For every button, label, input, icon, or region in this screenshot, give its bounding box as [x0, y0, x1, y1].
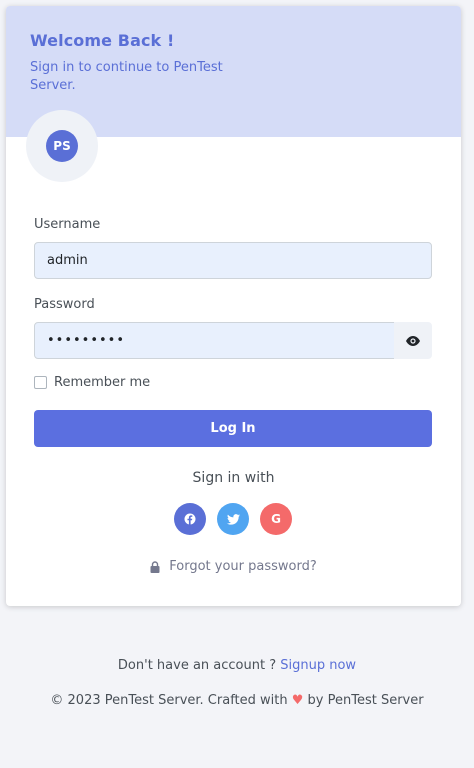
facebook-icon: [184, 513, 196, 525]
username-label: Username: [34, 217, 101, 232]
google-button[interactable]: G: [260, 503, 292, 535]
signup-link[interactable]: Signup now: [280, 658, 356, 673]
login-card: Welcome Back ! Sign in to continue to Pe…: [6, 6, 461, 606]
lock-icon: [150, 560, 160, 573]
avatar: PS: [46, 130, 78, 162]
heart-icon: ♥: [291, 693, 304, 708]
login-button[interactable]: Log In: [34, 410, 432, 447]
welcome-subtitle: Sign in to continue to PenTest Server.: [30, 60, 223, 93]
password-label: Password: [34, 297, 95, 312]
twitter-button[interactable]: [217, 503, 249, 535]
remember-checkbox[interactable]: [34, 376, 47, 389]
remember-label: Remember me: [54, 375, 151, 390]
copyright-prefix: © 2023 PenTest Server. Crafted with: [50, 693, 292, 708]
remember-me[interactable]: Remember me: [34, 375, 150, 390]
signup-prompt-text: Don't have an account ?: [117, 658, 281, 673]
eye-icon: [406, 335, 420, 346]
google-icon: G: [271, 512, 281, 526]
password-input[interactable]: •••••••••: [34, 322, 395, 359]
forgot-password-label: Forgot your password?: [169, 559, 317, 574]
copyright-suffix: by PenTest Server: [303, 693, 424, 708]
forgot-password-link[interactable]: Forgot your password?: [6, 559, 461, 574]
social-heading: Sign in with: [192, 470, 275, 486]
welcome-title: Welcome Back !: [30, 31, 175, 50]
show-password-button[interactable]: [394, 322, 432, 359]
avatar-ring: PS: [26, 110, 98, 182]
signup-prompt: Don't have an account ? Signup now: [0, 658, 474, 673]
twitter-icon: [226, 513, 240, 525]
copyright: © 2023 PenTest Server. Crafted with ♥ by…: [0, 693, 474, 708]
username-input[interactable]: admin: [34, 242, 432, 279]
facebook-button[interactable]: [174, 503, 206, 535]
